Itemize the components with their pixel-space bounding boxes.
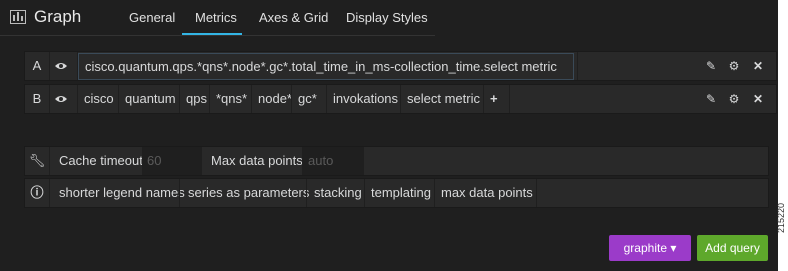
cache-timeout-label: Cache timeout: [59, 153, 143, 168]
graph-icon: [10, 10, 26, 24]
caret-down-icon: ▾: [670, 241, 677, 255]
help-row: ⓘ shorter legend names series as paramet…: [24, 178, 769, 208]
close-icon[interactable]: ✕: [752, 93, 764, 105]
info-icon: ⓘ: [30, 185, 44, 200]
pencil-icon[interactable]: ✎: [705, 60, 717, 72]
tab-display-styles[interactable]: Display Styles: [346, 10, 428, 25]
query-ref-letter[interactable]: B: [25, 85, 49, 113]
query-segment[interactable]: invokations: [333, 85, 398, 113]
query-text-input[interactable]: cisco.quantum.qps.*qns*.node*.gc*.total_…: [78, 53, 574, 80]
max-data-points-label: Max data points: [211, 153, 303, 168]
help-item[interactable]: series as parameters: [188, 179, 309, 207]
query-row-a: A cisco.quantum.qps.*qns*.node*.gc*.tota…: [24, 51, 777, 81]
query-segment[interactable]: node*: [258, 85, 292, 113]
gear-icon[interactable]: ⚙: [728, 60, 740, 72]
query-segment[interactable]: select metric: [407, 85, 480, 113]
wrench-icon: 🔧︎: [28, 153, 46, 168]
query-segment[interactable]: gc*: [298, 85, 317, 113]
metrics-editor-panel: Graph General Metrics Axes & Grid Displa…: [0, 0, 778, 271]
help-item[interactable]: shorter legend names: [59, 179, 185, 207]
panel-title: Graph: [34, 7, 82, 26]
tab-metrics[interactable]: Metrics: [195, 10, 237, 25]
cache-timeout-input[interactable]: 60: [142, 147, 202, 175]
query-row-b: B cisco quantum qps *qns* node* gc* invo…: [24, 84, 777, 114]
help-item[interactable]: max data points: [441, 179, 533, 207]
query-segment[interactable]: qps: [186, 85, 207, 113]
query-segment[interactable]: cisco: [84, 85, 114, 113]
eye-icon[interactable]: [55, 94, 67, 104]
gear-icon[interactable]: ⚙: [728, 93, 740, 105]
pencil-icon[interactable]: ✎: [705, 93, 717, 105]
query-segment[interactable]: *qns*: [216, 85, 247, 113]
query-ref-letter[interactable]: A: [25, 52, 49, 80]
help-item[interactable]: templating: [371, 179, 431, 207]
query-segment[interactable]: quantum: [125, 85, 176, 113]
panel-header: Graph General Metrics Axes & Grid Displa…: [0, 0, 778, 36]
add-query-button[interactable]: Add query: [697, 235, 768, 261]
tab-axes-grid[interactable]: Axes & Grid: [259, 10, 328, 25]
eye-icon[interactable]: [55, 61, 67, 71]
header-divider: [0, 35, 435, 36]
help-item[interactable]: stacking: [314, 179, 362, 207]
datasource-dropdown-button[interactable]: graphite ▾: [609, 235, 691, 261]
figure-number: 215220: [776, 202, 786, 233]
query-options-row: 🔧︎ Cache timeout 60 Max data points auto: [24, 146, 769, 176]
add-segment-button[interactable]: +: [490, 85, 498, 113]
tab-general[interactable]: General: [129, 10, 175, 25]
max-data-points-input[interactable]: auto: [302, 147, 364, 175]
close-icon[interactable]: ✕: [752, 60, 764, 72]
